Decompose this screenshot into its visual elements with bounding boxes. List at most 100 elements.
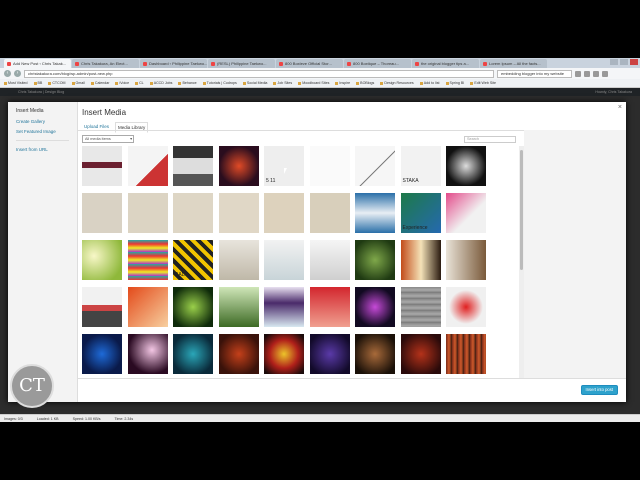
wp-user-greeting[interactable]: Howdy, Chris Takakura <box>595 88 632 96</box>
media-thumbnail[interactable] <box>355 334 395 374</box>
media-thumbnail[interactable] <box>127 287 168 327</box>
browser-tab[interactable]: 800 Boxtique – Thoreau... <box>344 59 411 68</box>
bookmark-item[interactable]: Add to list <box>420 81 440 85</box>
url-input[interactable]: christakakura.com/blog/wp-admin/post-new… <box>24 69 494 78</box>
media-thumbnail[interactable] <box>127 240 168 280</box>
media-thumbnail[interactable] <box>446 334 486 374</box>
media-thumbnail[interactable] <box>127 193 168 233</box>
media-thumbnail[interactable] <box>218 287 259 327</box>
bookmark-item[interactable]: Most Visited <box>4 81 28 85</box>
media-thumbnail[interactable] <box>446 146 486 186</box>
media-thumbnail[interactable] <box>400 240 441 280</box>
bookmark-item[interactable]: BOBlogs <box>356 81 374 85</box>
media-filter-select[interactable]: All media items <box>82 135 134 143</box>
tab-media-library[interactable]: Media Library <box>115 122 149 133</box>
wp-site-name[interactable]: Chris Takakura | Design Blog <box>18 90 64 94</box>
media-search-input[interactable]: Search <box>464 136 516 143</box>
bookmark-item[interactable]: Edit Web Site <box>470 81 496 85</box>
browser-tab-label: (RESL) Philippine Taekwo... <box>217 61 267 66</box>
sidebar-item-set-featured-image[interactable]: Set Featured Image <box>16 129 69 134</box>
media-thumbnail[interactable] <box>82 193 122 233</box>
bookmark-item[interactable]: Tutorials | Codrops <box>203 81 237 85</box>
sidebar-item-create-gallery[interactable]: Create Gallery <box>16 119 69 124</box>
bookmark-icon[interactable] <box>575 70 581 77</box>
media-thumbnail[interactable] <box>264 334 304 374</box>
mouse-cursor-icon <box>284 168 287 174</box>
scrollbar-thumb[interactable] <box>520 150 523 270</box>
bookmark-item[interactable]: iVoice <box>115 81 129 85</box>
media-thumbnail[interactable] <box>264 193 304 233</box>
sidebar-item-insert-from-url[interactable]: Insert from URL <box>16 147 69 152</box>
sidebar-title[interactable]: Insert Media <box>16 108 69 114</box>
media-thumbnail[interactable] <box>400 287 441 327</box>
tab-upload-files[interactable]: Upload Files <box>82 122 111 133</box>
browser-tab[interactable]: Add New Post ‹ Chris Takak... <box>4 59 71 68</box>
media-thumbnail[interactable] <box>82 146 122 186</box>
media-thumbnail[interactable] <box>218 334 259 374</box>
media-thumbnail[interactable] <box>309 146 350 186</box>
bookmark-item[interactable]: Job Sites <box>273 81 292 85</box>
browser-tab-label: Lorem Ipsum – All the facts... <box>489 61 541 66</box>
media-thumbnail[interactable] <box>218 146 259 186</box>
media-thumbnail[interactable] <box>446 240 486 280</box>
media-thumbnail[interactable] <box>173 193 213 233</box>
media-thumbnail[interactable] <box>127 334 168 374</box>
media-thumbnail[interactable] <box>446 287 486 327</box>
media-thumbnail[interactable] <box>309 193 350 233</box>
media-thumbnail[interactable] <box>446 193 486 233</box>
menu-icon[interactable] <box>602 70 608 77</box>
media-thumbnail[interactable] <box>218 240 259 280</box>
bookmark-item[interactable]: Moodboard Sites <box>298 81 329 85</box>
bookmark-item[interactable]: Calendar <box>91 81 110 85</box>
media-thumbnail[interactable] <box>309 287 350 327</box>
media-thumbnail[interactable] <box>82 287 122 327</box>
media-thumbnail[interactable] <box>173 287 213 327</box>
bookmark-item[interactable]: ACCD Jobs <box>150 81 173 85</box>
media-thumbnail[interactable] <box>355 287 395 327</box>
browser-tab[interactable]: Lorem Ipsum – All the facts... <box>480 59 547 68</box>
media-thumbnail[interactable] <box>400 334 441 374</box>
maximize-icon[interactable] <box>620 59 628 65</box>
media-thumbnail[interactable] <box>355 146 395 186</box>
bookmark-item[interactable]: BB <box>34 81 43 85</box>
bookmark-item[interactable]: Gmail <box>72 81 85 85</box>
browser-tab[interactable]: 800 Boxleve Official Stor... <box>276 59 343 68</box>
media-thumbnail[interactable]: BAD <box>173 240 213 280</box>
media-thumbnail[interactable] <box>82 240 122 280</box>
media-thumbnail[interactable] <box>82 334 122 374</box>
forward-icon[interactable]: › <box>14 70 21 77</box>
browser-tab[interactable]: Dashboard ‹ Philippine Taekwo... <box>140 59 207 68</box>
media-thumbnail[interactable]: Experience <box>400 193 441 233</box>
media-thumbnail[interactable] <box>355 240 395 280</box>
browser-tab[interactable]: the original blogger tips a... <box>412 59 479 68</box>
media-thumbnail[interactable] <box>218 193 259 233</box>
media-thumbnail[interactable] <box>264 287 304 327</box>
media-thumbnail[interactable] <box>264 240 304 280</box>
media-thumbnail[interactable] <box>173 334 213 374</box>
thumbnail-text: Experience <box>402 225 428 231</box>
media-thumbnail[interactable]: 5 11 <box>264 146 304 186</box>
browser-search-input[interactable]: embedding blogger into my website <box>497 69 572 78</box>
home-icon[interactable] <box>593 70 599 77</box>
minimize-icon[interactable] <box>610 59 618 65</box>
media-thumbnail[interactable] <box>127 146 168 186</box>
media-thumbnail[interactable] <box>173 146 213 186</box>
browser-tab[interactable]: (RESL) Philippine Taekwo... <box>208 59 275 68</box>
bookmark-item[interactable]: Design Resources <box>380 81 413 85</box>
bookmark-item[interactable]: Social Media <box>243 81 268 85</box>
back-icon[interactable]: ‹ <box>4 70 11 77</box>
bookmark-item[interactable]: Behance <box>178 81 196 85</box>
bookmark-item[interactable]: CL <box>135 81 144 85</box>
media-thumbnail[interactable] <box>355 193 395 233</box>
bookmark-item[interactable]: CTCOM <box>48 81 65 85</box>
media-thumbnail[interactable] <box>309 334 350 374</box>
bookmark-item[interactable]: Spring BI <box>446 81 465 85</box>
insert-into-post-button[interactable]: Insert into post <box>580 385 618 395</box>
browser-tab[interactable]: Chris Takakura, An Elect... <box>72 59 139 68</box>
download-icon[interactable] <box>584 70 590 77</box>
media-thumbnail[interactable] <box>309 240 350 280</box>
close-window-icon[interactable] <box>630 59 638 65</box>
media-thumbnail[interactable]: STAKA <box>400 146 441 186</box>
insert-media-modal: × Insert Media Create Gallery Set Featur… <box>8 102 626 402</box>
bookmark-item[interactable]: Inspire <box>335 81 350 85</box>
